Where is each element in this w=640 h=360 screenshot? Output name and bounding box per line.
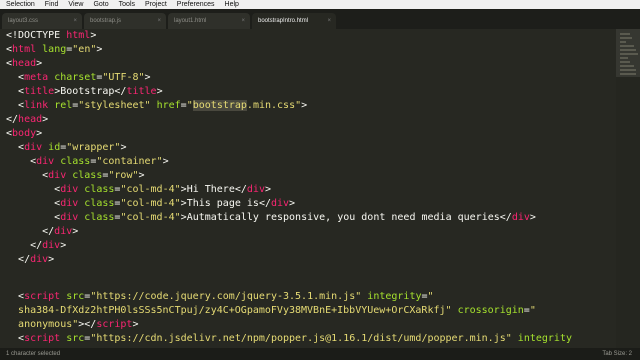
tab-bootstrap-js[interactable]: bootstrap.js × (84, 13, 166, 29)
tab-bootstrapintro-html[interactable]: bootstrapIntro.html × (252, 13, 336, 29)
selected-text: bootstrap (192, 100, 247, 111)
code-line: <div class="row"> (42, 170, 145, 181)
tab-size-status[interactable]: Tab Size: 2 (602, 348, 632, 360)
close-icon[interactable]: × (327, 13, 331, 29)
tab-label: bootstrap.js (90, 18, 122, 24)
menu-bar: Selection Find View Goto Tools Project P… (0, 0, 640, 9)
menu-item-help[interactable]: Help (225, 0, 239, 9)
code-line: <div id="wrapper"> (18, 142, 127, 153)
code-line: <div class="col-md-4">Hi There</div> (54, 184, 271, 195)
code-line: <div class="col-md-4">Autmatically respo… (54, 212, 536, 223)
menu-item-tools[interactable]: Tools (119, 0, 135, 9)
code-line: </div> (42, 226, 79, 237)
tab-label: layout3.css (8, 18, 39, 24)
selection-status: 1 character selected (6, 351, 61, 357)
code-line: <div class="container"> (30, 156, 169, 167)
code-line: </div> (18, 254, 55, 265)
code-line: sha384-DfXdz2htPH0lsSSs5nCTpuj/zy4C+OGpa… (18, 305, 536, 316)
code-line: </head> (6, 114, 49, 125)
code-line: <link rel="stylesheet" href="bootstrap.m… (18, 100, 308, 111)
code-line: </div> (30, 240, 67, 251)
close-icon[interactable]: × (157, 13, 161, 29)
menu-item-goto[interactable]: Goto (93, 0, 108, 9)
tab-label: layout1.html (174, 18, 207, 24)
code-line: <html lang="en"> (6, 44, 103, 55)
code-editor[interactable]: <!DOCTYPE html> <html lang="en"> <head> … (0, 29, 616, 348)
menu-item-view[interactable]: View (68, 0, 83, 9)
code-line: <div class="col-md-4">This page is</div> (54, 198, 296, 209)
tab-layout1-html[interactable]: layout1.html × (168, 13, 250, 29)
code-line: <title>Bootstrap</title> (18, 86, 163, 97)
code-line: <!DOCTYPE html> (6, 30, 97, 41)
tab-label: bootstrapIntro.html (258, 18, 309, 24)
code-line: <script src="https://cdn.jsdelivr.net/np… (18, 333, 572, 344)
code-line: <head> (6, 58, 43, 69)
tab-layout3-css[interactable]: layout3.css × (2, 13, 82, 29)
menu-item-find[interactable]: Find (45, 0, 59, 9)
menu-item-preferences[interactable]: Preferences (177, 0, 215, 9)
code-line: anonymous"></script> (18, 319, 139, 330)
menu-item-project[interactable]: Project (145, 0, 167, 9)
code-line: <meta charset="UTF-8"> (18, 72, 151, 83)
menu-item-selection[interactable]: Selection (6, 0, 35, 9)
close-icon[interactable]: × (73, 13, 77, 29)
tab-bar: layout3.css × bootstrap.js × layout1.html ×… (0, 9, 640, 29)
close-icon[interactable]: × (241, 13, 245, 29)
code-line: <script src="https://code.jquery.com/jqu… (18, 291, 434, 302)
status-bar: 1 character selected Tab Size: 2 (0, 348, 640, 360)
code-line: <body> (6, 128, 43, 139)
minimap[interactable] (616, 29, 640, 348)
